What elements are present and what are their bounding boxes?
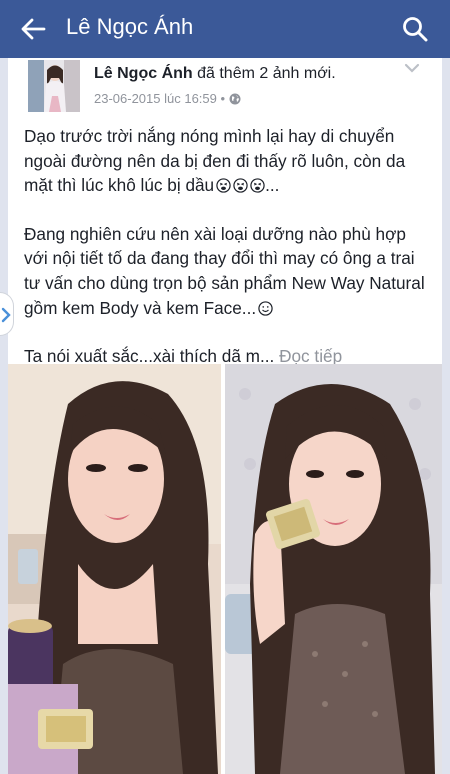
globe-icon [229, 93, 241, 105]
tired-face-emoji [233, 178, 248, 193]
paragraph-1-tail: ... [265, 175, 280, 196]
paragraph-2-text: Đang nghiên cứu nên xài loại dưỡng nào p… [24, 223, 425, 318]
avatar[interactable] [28, 60, 80, 112]
arrow-back-icon[interactable] [20, 17, 46, 41]
top-app-bar: Lê Ngọc Ánh [0, 0, 450, 58]
post-action: đã thêm 2 ảnh mới. [192, 65, 336, 82]
smile-emoji [258, 300, 273, 316]
paragraph-1-text: Dạo trước trời nắng nóng mình lại hay di… [24, 126, 406, 196]
meta-separator: • [220, 91, 226, 106]
side-tab[interactable] [0, 292, 14, 336]
post-body: Dạo trước trời nắng nóng mình lại hay di… [24, 124, 428, 393]
page-title: Lê Ngọc Ánh [66, 14, 194, 39]
chevron-right-icon [1, 307, 11, 323]
post-meta: 23-06-2015 lúc 16:59 • [94, 91, 241, 106]
author-name[interactable]: Lê Ngọc Ánh [94, 65, 193, 82]
search-icon[interactable] [402, 16, 428, 42]
post-header-line: Lê Ngọc Ánh đã thêm 2 ảnh mới. [94, 65, 336, 83]
chevron-down-icon[interactable] [404, 62, 420, 74]
post-card: Lê Ngọc Ánh đã thêm 2 ảnh mới. 23-06-201… [8, 58, 442, 774]
tired-face-emoji [250, 178, 265, 193]
post-paragraph: Dạo trước trời nắng nóng mình lại hay di… [24, 124, 428, 198]
post-photo-1[interactable] [8, 364, 221, 774]
post-timestamp[interactable]: 23-06-2015 lúc 16:59 [94, 91, 217, 106]
post-paragraph: Đang nghiên cứu nên xài loại dưỡng nào p… [24, 222, 428, 320]
tired-face-emoji [216, 178, 231, 193]
post-photo-2[interactable] [225, 364, 442, 774]
